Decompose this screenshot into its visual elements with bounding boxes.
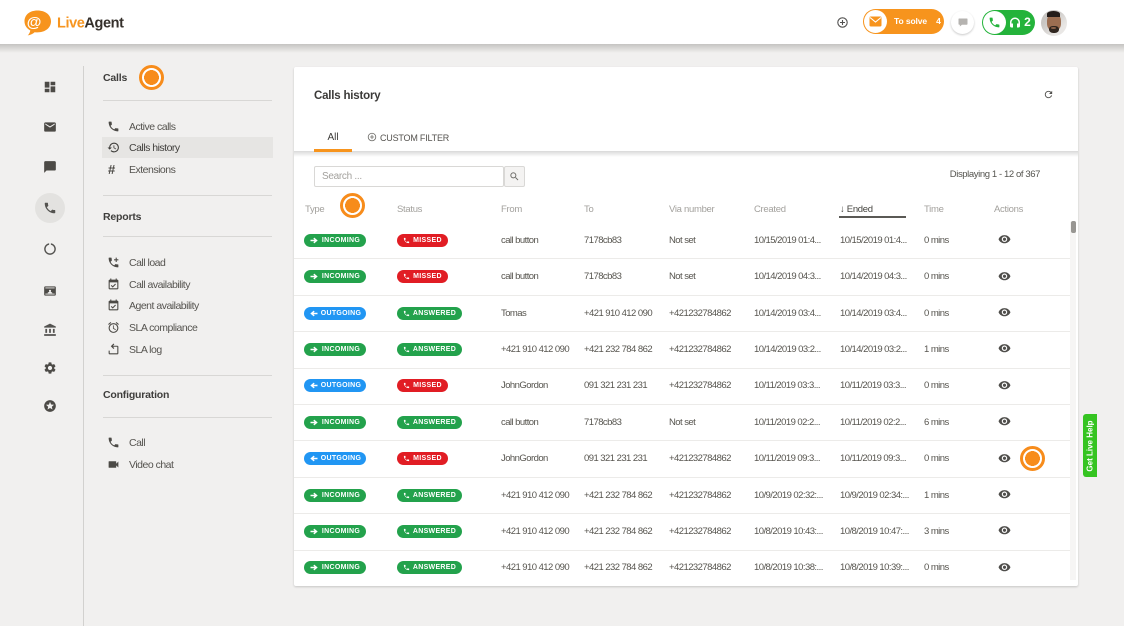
svg-text:@: @	[27, 14, 42, 31]
svg-text:LiveAgent: LiveAgent	[57, 16, 124, 32]
